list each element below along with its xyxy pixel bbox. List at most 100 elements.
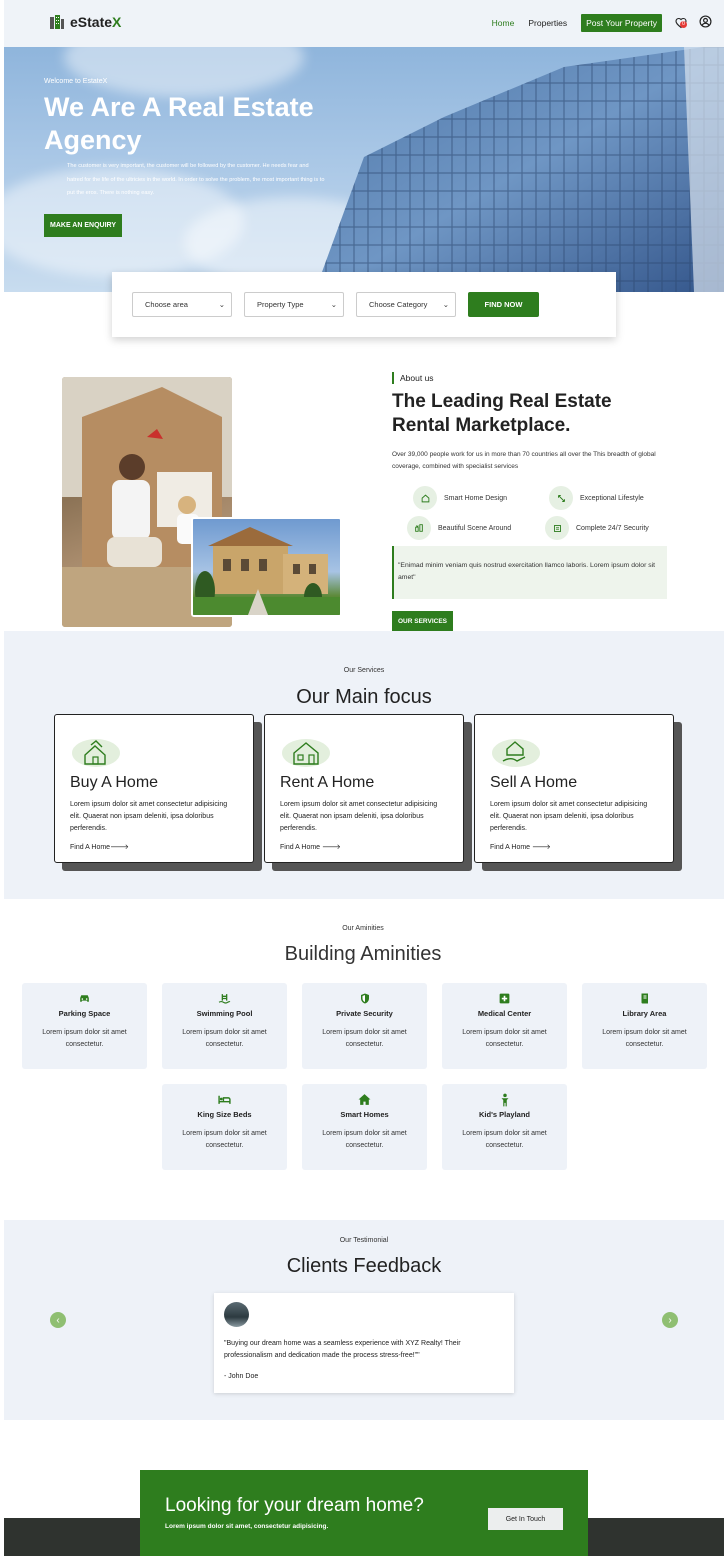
heart-icon[interactable]: 0 xyxy=(675,16,687,28)
chevron-down-icon: ⌄ xyxy=(218,300,225,309)
security-icon xyxy=(545,516,569,540)
about-title: The Leading Real Estate Rental Marketpla… xyxy=(392,391,612,436)
service-card-rent[interactable]: Rent A Home Lorem ipsum dolor sit amet c… xyxy=(264,714,464,863)
service-text: Lorem ipsum dolor sit amet consectetur a… xyxy=(490,801,648,832)
avatar xyxy=(224,1302,249,1327)
amenity-name: Private Security xyxy=(336,1009,393,1018)
find-home-link[interactable]: Find A Home 🡒 xyxy=(280,842,341,851)
amenity-card: Kid's Playland Lorem ipsum dolor sit ame… xyxy=(442,1084,567,1170)
hero-description: The customer is very important, the cust… xyxy=(67,163,325,196)
amenity-name: Library Area xyxy=(622,1009,667,1018)
our-services-button[interactable]: OUR SERVICES xyxy=(392,611,454,632)
feature-security: Complete 24/7 Security xyxy=(545,516,649,540)
amenity-text: Lorem ipsum dolor sit amet consectetur. xyxy=(322,1130,407,1149)
amenity-name: King Size Beds xyxy=(197,1110,252,1119)
feature-scene: Beautiful Scene Around xyxy=(407,516,511,540)
header-icons: 0 xyxy=(675,15,712,28)
feature-label: Beautiful Scene Around xyxy=(438,524,512,532)
scene-icon xyxy=(407,516,431,540)
testimonial-author: - John Doe xyxy=(224,1373,259,1380)
amenity-text: Lorem ipsum dolor sit amet consectetur. xyxy=(322,1029,407,1048)
amenity-card: King Size Beds Lorem ipsum dolor sit ame… xyxy=(162,1084,287,1170)
testimonial-title: Clients Feedback xyxy=(286,1255,442,1277)
page: eStateX Home Properties Post Your Proper… xyxy=(0,0,726,1556)
feature-lifestyle: Exceptional Lifestyle xyxy=(549,486,644,510)
house-icon xyxy=(302,1093,427,1107)
hero-welcome: Welcome to EstateX xyxy=(44,78,108,85)
child-icon xyxy=(442,1093,567,1107)
category-select[interactable]: Choose Category ⌄ xyxy=(356,292,456,317)
amenity-card: Medical Center Lorem ipsum dolor sit ame… xyxy=(442,983,567,1069)
expand-icon xyxy=(549,486,573,510)
car-icon xyxy=(22,992,147,1006)
about-description: Over 39,000 people work for us in more t… xyxy=(392,451,656,470)
main-nav: Home Properties Post Your Property xyxy=(492,14,662,32)
testimonial-section: Our Testimonial Clients Feedback ‹ › "Bu… xyxy=(4,1220,724,1420)
amenity-text: Lorem ipsum dolor sit amet consectetur. xyxy=(182,1130,267,1149)
property-type-select[interactable]: Property Type ⌄ xyxy=(244,292,344,317)
prev-arrow-icon[interactable]: ‹ xyxy=(50,1312,66,1328)
nav-properties[interactable]: Properties xyxy=(528,18,567,28)
header: eStateX Home Properties Post Your Proper… xyxy=(4,0,724,47)
building-logo-icon xyxy=(49,14,65,30)
find-home-link[interactable]: Find A Home 🡒 xyxy=(490,842,551,851)
amenities-subtitle: Our Aminities xyxy=(342,925,384,932)
testimonial-quote: "Buying our dream home was a seamless ex… xyxy=(224,1340,461,1359)
amenity-text: Lorem ipsum dolor sit amet consectetur. xyxy=(462,1130,547,1149)
medical-icon xyxy=(442,992,567,1006)
about-quote: "Enimad minim veniam quis nostrud exerci… xyxy=(392,546,667,599)
next-arrow-icon[interactable]: › xyxy=(662,1312,678,1328)
find-home-link[interactable]: Find A Home🡒 xyxy=(70,842,129,851)
service-title: Rent A Home xyxy=(280,774,375,791)
services-section: Our Services Our Main focus Buy A Home L… xyxy=(4,631,724,899)
services-subtitle: Our Services xyxy=(343,667,385,674)
service-card-sell[interactable]: Sell A Home Lorem ipsum dolor sit amet c… xyxy=(474,714,674,863)
hero-banner: Welcome to EstateX We Are A Real Estate … xyxy=(4,47,724,292)
hero-title: We Are A Real Estate Agency xyxy=(44,92,314,155)
logo-text: eStateX xyxy=(70,14,122,30)
find-now-button[interactable]: FIND NOW xyxy=(468,292,539,317)
search-bar: Choose area ⌄ Property Type ⌄ Choose Categ… xyxy=(112,272,616,337)
amenity-text: Lorem ipsum dolor sit amet consectetur. xyxy=(182,1029,267,1048)
cta-subtitle: Lorem ipsum dolor sit amet, consectetur … xyxy=(165,1523,329,1530)
amenity-card: Swimming Pool Lorem ipsum dolor sit amet… xyxy=(162,983,287,1069)
amenity-name: Kid's Playland xyxy=(479,1110,530,1119)
chevron-down-icon: ⌄ xyxy=(442,300,449,309)
area-select-value: Choose area xyxy=(145,300,188,309)
amenity-name: Medical Center xyxy=(477,1009,532,1018)
book-icon xyxy=(582,992,707,1006)
amenity-name: Swimming Pool xyxy=(196,1009,253,1018)
amenities-title: Building Aminities xyxy=(284,943,442,965)
logo[interactable]: eStateX xyxy=(49,14,121,30)
cta-title: Looking for your dream home? xyxy=(165,1495,424,1516)
service-title: Sell A Home xyxy=(490,774,578,791)
bed-icon xyxy=(162,1093,287,1107)
amenity-card: Private Security Lorem ipsum dolor sit a… xyxy=(302,983,427,1069)
nav-home[interactable]: Home xyxy=(492,18,515,28)
chevron-down-icon: ⌄ xyxy=(330,300,337,309)
amenity-text: Lorem ipsum dolor sit amet consectetur. xyxy=(602,1029,687,1048)
area-select[interactable]: Choose area ⌄ xyxy=(132,292,232,317)
feature-smart-home: Smart Home Design xyxy=(413,486,507,510)
villa-photo xyxy=(191,517,342,617)
post-property-button[interactable]: Post Your Property xyxy=(581,14,662,32)
buy-home-icon xyxy=(71,735,121,769)
amenity-text: Lorem ipsum dolor sit amet consectetur. xyxy=(462,1029,547,1048)
amenity-text: Lorem ipsum dolor sit amet consectetur. xyxy=(42,1029,127,1048)
service-text: Lorem ipsum dolor sit amet consectetur a… xyxy=(280,801,438,832)
pool-icon xyxy=(162,992,287,1006)
get-in-touch-button[interactable]: Get In Touch xyxy=(488,1508,563,1530)
user-icon[interactable] xyxy=(699,15,712,28)
service-card-buy[interactable]: Buy A Home Lorem ipsum dolor sit amet co… xyxy=(54,714,254,863)
wishlist-count-badge: 0 xyxy=(680,20,687,28)
home-icon xyxy=(413,486,437,510)
property-type-value: Property Type xyxy=(257,300,304,309)
cta-banner: Looking for your dream home? Lorem ipsum… xyxy=(140,1470,588,1556)
testimonial-card: "Buying our dream home was a seamless ex… xyxy=(214,1293,514,1393)
make-enquiry-button[interactable]: MAKE AN ENQUIRY xyxy=(44,214,122,237)
amenity-card: Parking Space Lorem ipsum dolor sit amet… xyxy=(22,983,147,1069)
testimonial-subtitle: Our Testimonial xyxy=(339,1237,389,1244)
category-select-value: Choose Category xyxy=(369,300,428,309)
service-title: Buy A Home xyxy=(70,774,159,791)
about-label: About us xyxy=(392,372,434,384)
